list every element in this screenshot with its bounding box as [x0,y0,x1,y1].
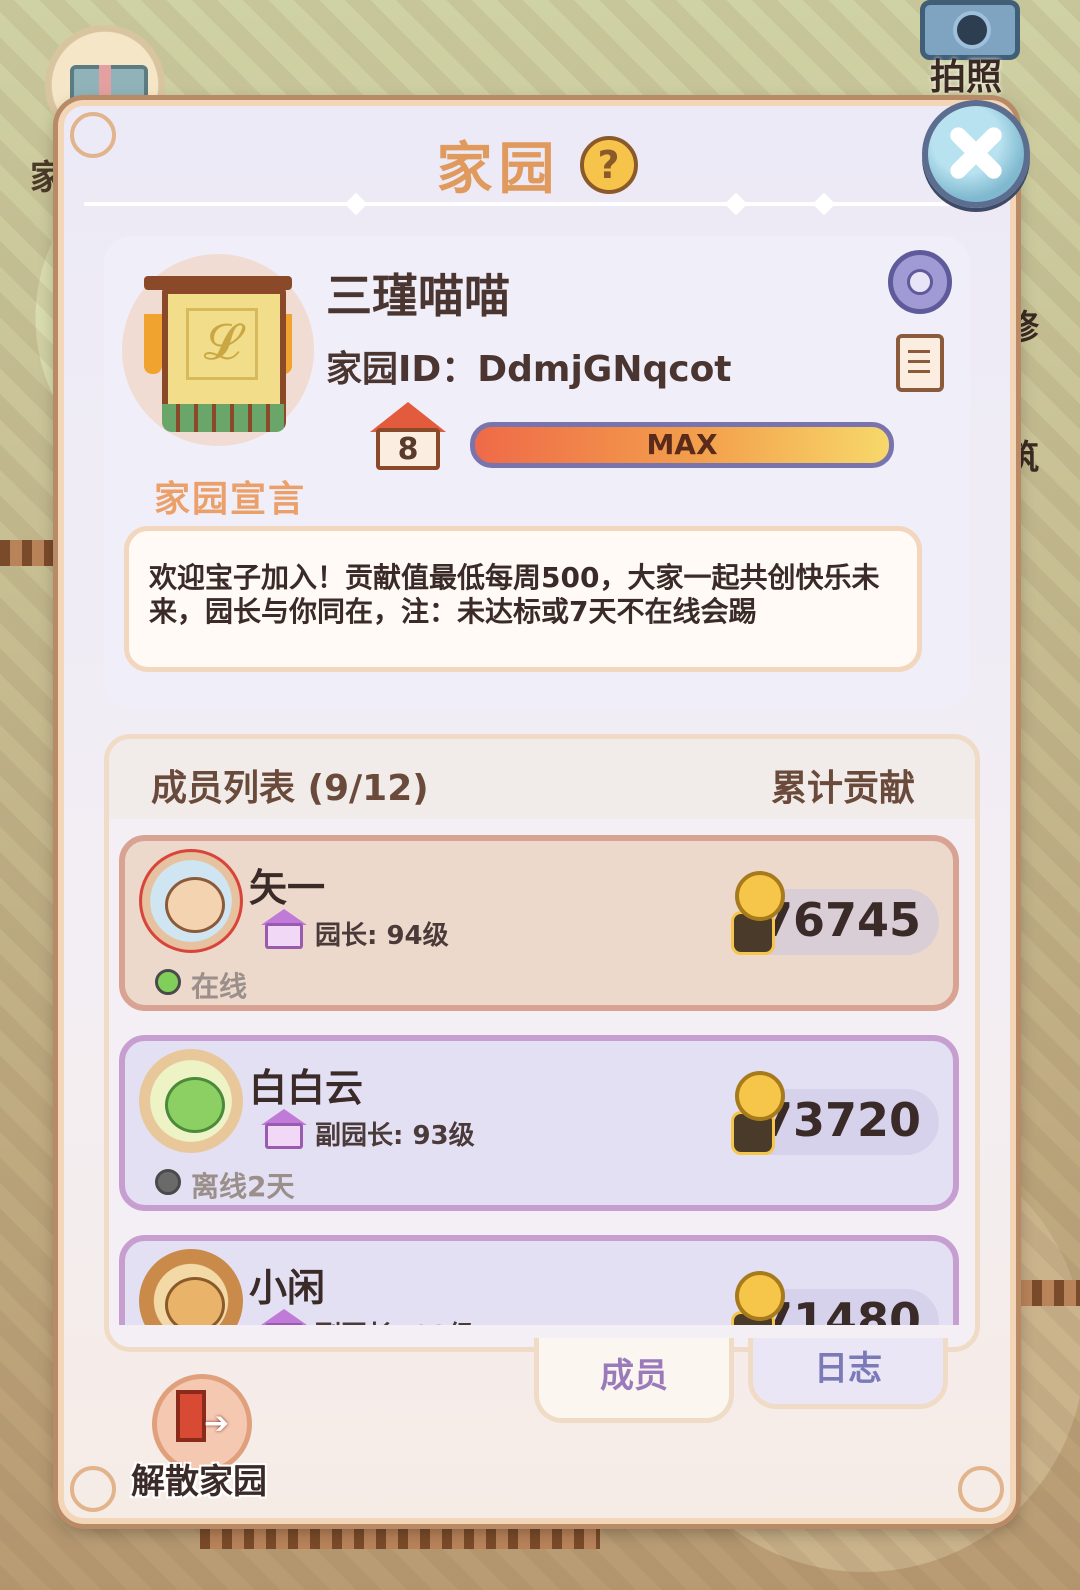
fence-decoration [200,1525,600,1549]
disband-label: 解散家园 [131,1462,267,1502]
online-status-icon [155,969,181,995]
member-status: 离线2天 [191,1170,295,1203]
guild-emblem[interactable]: 𝓛 [122,254,314,446]
snail-trophy-icon [721,1271,785,1325]
guild-info-card: 𝓛 三瑾喵喵 家园ID：DdmjGNqcot 8 MAX 家园宣言 欢迎宝子加入… [104,236,970,708]
photo-button-label[interactable]: 拍照 [930,48,1002,100]
house-role-icon [261,1109,307,1149]
fence-decoration [0,540,58,566]
snail-trophy-icon [721,871,785,955]
guild-exp-bar: MAX [470,422,894,468]
member-card[interactable]: 白白云 副园长: 93级 离线2天 73720 [119,1035,959,1211]
corner-ornament [958,1466,1004,1512]
contribution-header: 累计贡献 [770,768,915,809]
guild-id-label: 家园ID： [326,349,478,390]
declaration-title: 家园宣言 [154,479,307,520]
disband-guild-button[interactable]: ➔ 解散家园 [124,1374,274,1502]
panel-header: 家园 ? [64,124,1010,204]
member-card[interactable]: 小闲 副园长: 93级 71480 [119,1235,959,1325]
declaration-text: 欢迎宝子加入！贡献值最低每周500，大家一起共创快乐未来，园长与你同在，注：未达… [124,526,922,672]
member-status: 在线 [191,970,248,1003]
corner-ornament [70,1466,116,1512]
crown-house-icon [261,909,307,949]
offline-status-icon [155,1169,181,1195]
member-role: 副园长: 93级 [315,1121,475,1151]
member-name: 小闲 [249,1266,326,1310]
tab-log[interactable]: 日志 [748,1338,948,1409]
member-list[interactable]: 矢一 园长: 94级 在线 76745 白白云 副园长: 93级 离线2天 73… [119,835,959,1325]
member-card[interactable]: 矢一 园长: 94级 在线 76745 [119,835,959,1011]
member-name: 矢一 [249,866,326,910]
member-avatar[interactable] [139,849,243,953]
snail-trophy-icon [721,1071,785,1155]
settings-gear-icon[interactable] [888,250,952,314]
fence-decoration [1010,1280,1080,1306]
member-avatar[interactable] [139,1249,243,1325]
members-count-title: 成员列表 (9/12) [151,768,429,809]
close-button[interactable] [922,100,1030,208]
guild-id-value: DdmjGNqcot [477,349,732,390]
guild-level-badge: 8 [370,402,446,470]
title-divider [84,202,984,206]
guild-level: 8 [376,428,440,470]
members-header: 成员列表 (9/12) 累计贡献 [109,739,975,819]
guild-name: 三瑾喵喵 [326,269,510,323]
panel-title: 家园 [436,137,561,202]
member-avatar[interactable] [139,1049,243,1153]
guild-panel: 家园 ? 𝓛 三瑾喵喵 家园ID：DdmjGNqcot 8 MAX 家园宣言 欢… [58,100,1016,1524]
members-list-panel: 成员列表 (9/12) 累计贡献 矢一 园长: 94级 在线 76745 白白云… [104,734,980,1352]
house-role-icon [261,1309,307,1325]
member-name: 白白云 [249,1066,364,1110]
exit-arrow-icon: ➔ [204,1406,230,1441]
help-icon[interactable]: ? [579,135,638,194]
member-role: 园长: 94级 [315,921,449,951]
tab-members[interactable]: 成员 [534,1338,734,1423]
copy-icon[interactable] [886,334,944,404]
member-role: 副园长: 93级 [315,1315,475,1325]
guild-id: 家园ID：DdmjGNqcot [326,340,732,392]
